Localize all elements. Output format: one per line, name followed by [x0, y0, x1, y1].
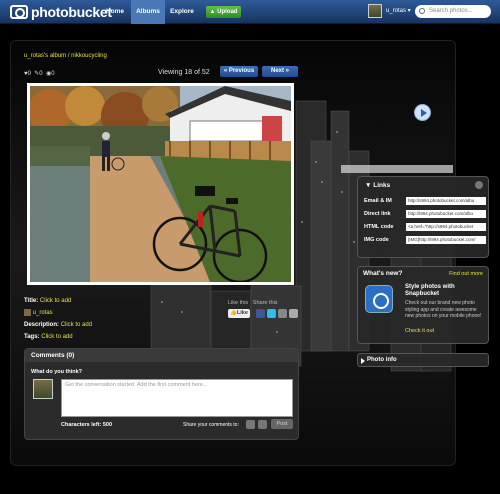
viewing-counter: Viewing 18 of 52 [158, 69, 210, 76]
upload-button[interactable]: ▲ Upload [206, 6, 241, 18]
photobucket-logo[interactable]: photobucket [10, 3, 112, 21]
html-code-field[interactable]: <a href="http://s994.photobucket [406, 223, 486, 231]
add-title-link[interactable]: Click to add [40, 298, 71, 304]
search-input[interactable]: Search photos... [415, 5, 491, 18]
photo-stats: ♥0 ✎0 ◉0 [24, 71, 55, 77]
links-title-text: Links [373, 182, 391, 189]
user-avatar[interactable] [368, 4, 382, 18]
link-row-img: IMG code [IMG]http://i994.photobucket.co… [364, 236, 486, 245]
promo-description: Check out our brand new photo styling ap… [405, 300, 482, 319]
camera-logo-icon [10, 5, 28, 19]
nav-explore[interactable]: Explore [166, 0, 198, 24]
tags-row: Tags: Click to add [24, 334, 73, 340]
img-code-field[interactable]: [IMG]http://i994.photobucket.com/ [406, 236, 486, 244]
photo-info-toggle[interactable]: Photo info [357, 353, 489, 367]
add-tags-link[interactable]: Click to add [41, 334, 72, 340]
direct-link-field[interactable]: http://i994.photobucket.com/albu [406, 210, 486, 218]
previous-button[interactable]: « Previous [220, 66, 258, 77]
like-this-label: Like this [228, 300, 249, 306]
views-count: 0 [51, 71, 55, 77]
share-comments-label: Share your comments to: [183, 422, 239, 428]
link-row-direct: Direct link http://i994.photobucket.com/… [364, 210, 486, 219]
link-label: Direct link [364, 211, 391, 217]
album-breadcrumb[interactable]: u_rotas's album / nikkoucycling [24, 53, 107, 59]
share-this-label: Share this [252, 300, 278, 306]
next-button[interactable]: Next » [262, 66, 298, 77]
promo-headline: Style photos with Snapbucket [405, 284, 455, 297]
title-row: Title: Click to add [24, 298, 71, 304]
comments-count: 0 [39, 71, 43, 77]
snapbucket-icon[interactable] [365, 285, 393, 313]
characters-left: Characters left: 500 [61, 422, 113, 428]
email-share-icon[interactable] [278, 309, 287, 318]
likes-count: 0 [27, 71, 31, 77]
whats-new-panel: What's new? Find out more Style photos w… [357, 266, 489, 344]
username-label: u_rotas [386, 8, 407, 14]
comments-header: Comments (0) [25, 349, 298, 362]
cycling-photo [30, 86, 291, 282]
link-row-html: HTML code <a href="http://s994.photobuck… [364, 223, 486, 232]
commenter-avatar [33, 379, 53, 399]
owner-avatar[interactable] [24, 309, 31, 316]
slideshow-play-button[interactable] [414, 104, 431, 121]
like-share-labels: Like this Share this [228, 300, 278, 306]
nav-home[interactable]: Home [100, 0, 130, 24]
search-icon [419, 8, 425, 14]
nav-albums[interactable]: Albums [131, 0, 165, 24]
more-share-icon[interactable] [289, 309, 298, 318]
twitter-icon[interactable] [267, 309, 276, 318]
comments-section: Comments (0) What do you think? Get the … [24, 348, 299, 440]
owner-row: u_rotas [24, 309, 53, 316]
upload-label: Upload [217, 9, 238, 15]
add-description-link[interactable]: Click to add [61, 322, 92, 328]
description-label: Description: [24, 322, 60, 328]
check-it-out-link[interactable]: Check it out [405, 328, 434, 334]
like-button[interactable]: 👍Like [228, 309, 250, 318]
link-label: IMG code [364, 237, 389, 243]
search-placeholder: Search photos... [429, 8, 473, 14]
links-panel: ▼ Links Email & IM http://s994.photobuck… [357, 176, 489, 258]
whats-new-title: What's new? [363, 270, 403, 277]
comment-textarea[interactable]: Get the conversation started. Add the fi… [61, 379, 293, 417]
top-navigation-bar: photobucket Home Albums Explore ▲ Upload… [0, 0, 500, 24]
description-row: Description: Click to add [24, 322, 92, 328]
title-label: Title: [24, 298, 39, 304]
link-label: HTML code [364, 224, 394, 230]
owner-link[interactable]: u_rotas [33, 310, 53, 316]
username-menu[interactable]: u_rotas ▾ [386, 7, 411, 14]
link-label: Email & IM [364, 198, 392, 204]
link-row-email: Email & IM http://s994.photobucket.com/a… [364, 197, 486, 206]
facebook-icon[interactable] [256, 309, 265, 318]
tags-label: Tags: [24, 334, 40, 340]
share-twitter-checkbox[interactable] [258, 420, 267, 429]
email-link-field[interactable]: http://s994.photobucket.com/albu [406, 197, 486, 205]
comment-prompt: What do you think? [31, 369, 83, 375]
close-links-icon[interactable] [475, 181, 483, 189]
post-comment-button[interactable]: Post [271, 419, 293, 429]
links-title[interactable]: ▼ Links [358, 177, 488, 194]
main-photo[interactable] [27, 83, 294, 285]
like-label: Like [236, 310, 248, 316]
find-out-more-link[interactable]: Find out more [449, 271, 483, 277]
share-facebook-checkbox[interactable] [246, 420, 255, 429]
